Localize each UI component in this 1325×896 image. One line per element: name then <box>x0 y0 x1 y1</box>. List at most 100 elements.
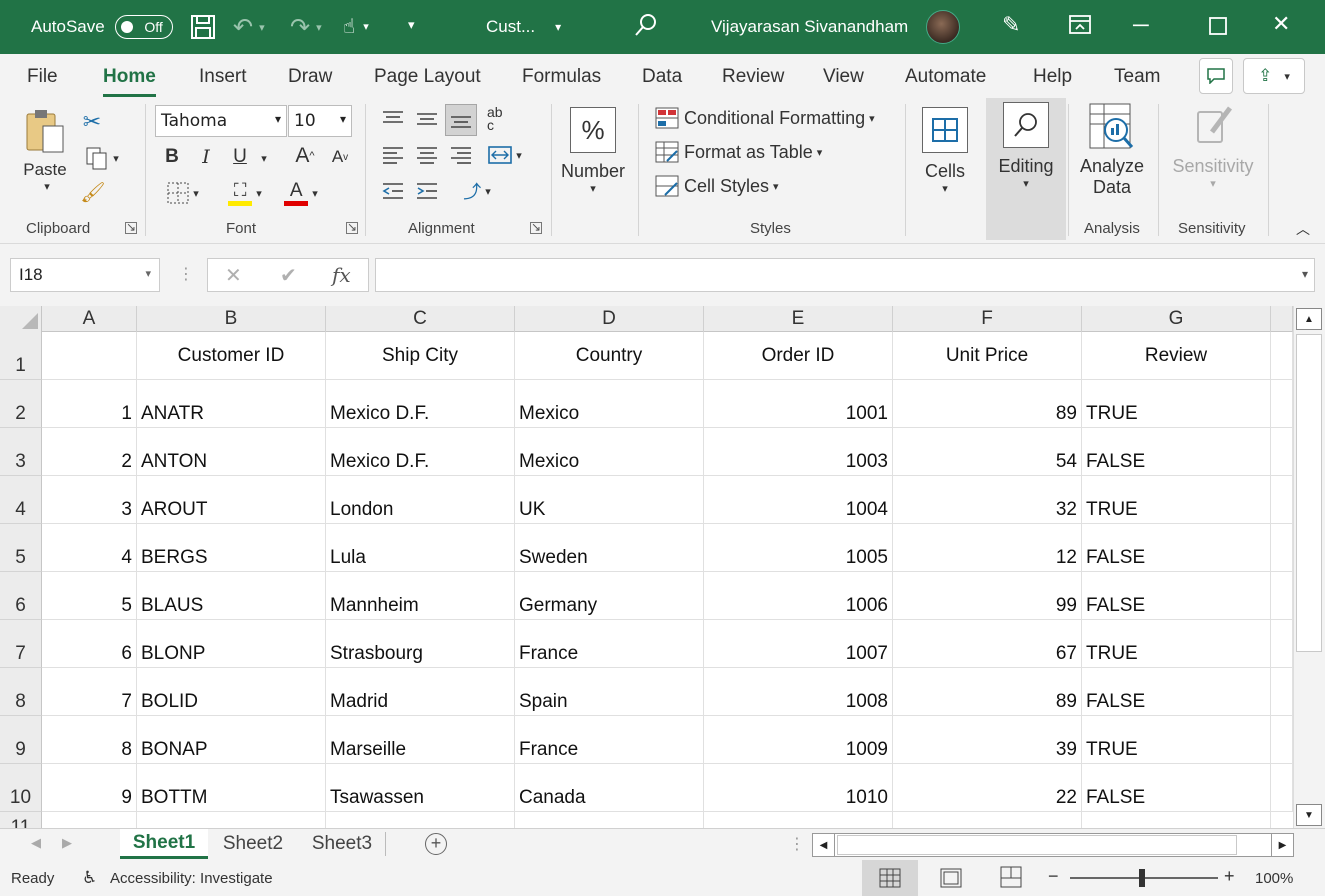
table-cell[interactable]: TRUE <box>1082 380 1271 428</box>
designer-icon[interactable]: ✎ <box>1002 12 1020 38</box>
table-cell[interactable]: France <box>515 716 704 764</box>
undo-icon[interactable]: ↶ ▾ <box>233 13 265 42</box>
table-cell[interactable] <box>1271 524 1293 572</box>
header-cell[interactable]: Country <box>515 332 704 380</box>
table-cell[interactable]: 39 <box>893 716 1082 764</box>
align-left-icon[interactable] <box>380 142 406 168</box>
tab-home[interactable]: Home <box>103 66 156 97</box>
row-header[interactable]: 7 <box>0 620 42 668</box>
row-header[interactable]: 4 <box>0 476 42 524</box>
font-name-select[interactable]: Tahoma ▾ <box>155 105 287 137</box>
copy-button[interactable]: ▾ <box>78 144 126 172</box>
save-icon[interactable] <box>190 14 216 40</box>
table-cell[interactable]: TRUE <box>1082 620 1271 668</box>
tab-view[interactable]: View <box>823 66 864 88</box>
header-cell[interactable]: Review <box>1082 332 1271 380</box>
row-header[interactable]: 3 <box>0 428 42 476</box>
wrap-text-button[interactable]: ab c <box>484 104 510 134</box>
name-box[interactable]: I18 ▾ <box>10 258 160 292</box>
table-cell[interactable]: Mexico D.F. <box>326 380 515 428</box>
table-cell[interactable]: ANATR <box>137 380 326 428</box>
table-cell[interactable] <box>1271 428 1293 476</box>
table-cell[interactable]: TRUE <box>1082 716 1271 764</box>
table-cell[interactable]: UK <box>515 476 704 524</box>
redo-icon[interactable]: ↷ ▾ <box>290 13 322 42</box>
table-cell[interactable]: Canada <box>515 764 704 812</box>
table-cell[interactable]: FALSE <box>1082 524 1271 572</box>
table-cell[interactable]: Sweden <box>515 524 704 572</box>
vertical-scroll-thumb[interactable] <box>1296 334 1322 652</box>
tab-review[interactable]: Review <box>722 66 784 88</box>
column-header-d[interactable]: D <box>515 306 704 332</box>
merge-center-button[interactable]: ▾ <box>482 142 528 168</box>
table-cell[interactable]: 22 <box>893 764 1082 812</box>
zoom-out-button[interactable]: − <box>1048 866 1059 887</box>
font-color-button[interactable]: A ▾ <box>276 178 326 208</box>
table-cell[interactable] <box>1271 332 1293 380</box>
align-bottom-icon[interactable] <box>445 104 477 136</box>
table-cell[interactable]: 32 <box>893 476 1082 524</box>
table-cell[interactable]: 5 <box>42 572 137 620</box>
cancel-icon[interactable]: ✕ <box>225 263 242 288</box>
filename-menu[interactable]: Cust... ▾ <box>486 17 561 37</box>
tab-formulas[interactable]: Formulas <box>522 66 601 88</box>
cell-styles-button[interactable]: Cell Styles ▾ <box>655 172 779 200</box>
analyze-data-button[interactable]: Analyze Data <box>1076 102 1148 208</box>
table-cell[interactable] <box>1271 668 1293 716</box>
table-cell[interactable]: Lula <box>326 524 515 572</box>
table-cell[interactable] <box>1271 476 1293 524</box>
header-cell[interactable] <box>42 332 137 380</box>
ribbon-display-icon[interactable] <box>1068 14 1092 36</box>
font-size-select[interactable]: 10 ▾ <box>288 105 352 137</box>
table-cell[interactable]: 1010 <box>704 764 893 812</box>
column-header-f[interactable]: F <box>893 306 1082 332</box>
table-cell[interactable]: Mexico D.F. <box>326 428 515 476</box>
column-header-b[interactable]: B <box>137 306 326 332</box>
column-header-e[interactable]: E <box>704 306 893 332</box>
page-layout-view-icon[interactable] <box>940 868 962 892</box>
vertical-scrollbar[interactable]: ▲ ▼ <box>1293 306 1325 828</box>
increase-indent-icon[interactable] <box>414 178 440 204</box>
table-cell[interactable]: 1006 <box>704 572 893 620</box>
table-cell[interactable]: 2 <box>42 428 137 476</box>
user-name[interactable]: Vijayarasan Sivanandham <box>711 17 908 37</box>
table-cell[interactable]: Spain <box>515 668 704 716</box>
table-cell[interactable]: Mannheim <box>326 572 515 620</box>
table-cell[interactable] <box>137 812 326 828</box>
table-cell[interactable]: BERGS <box>137 524 326 572</box>
table-cell[interactable]: 6 <box>42 620 137 668</box>
add-sheet-icon[interactable]: + <box>425 833 447 855</box>
orientation-button[interactable]: ⤴ ▾ <box>454 178 500 204</box>
grow-font-button[interactable]: A ^ <box>290 142 320 170</box>
maximize-button[interactable] <box>1209 17 1227 35</box>
tab-insert[interactable]: Insert <box>199 66 247 88</box>
table-cell[interactable]: Madrid <box>326 668 515 716</box>
format-as-table-button[interactable]: Format as Table ▾ <box>655 138 822 166</box>
table-cell[interactable]: 3 <box>42 476 137 524</box>
customize-qat-icon[interactable]: ▾ <box>408 17 415 33</box>
table-cell[interactable]: FALSE <box>1082 428 1271 476</box>
table-cell[interactable]: Mexico <box>515 428 704 476</box>
row-header[interactable]: 1 <box>0 332 42 380</box>
table-cell[interactable]: 8 <box>42 716 137 764</box>
column-header-g[interactable]: G <box>1082 306 1271 332</box>
table-cell[interactable]: ANTON <box>137 428 326 476</box>
sheet-tab-sheet2[interactable]: Sheet2 <box>214 829 292 859</box>
table-cell[interactable]: BONAP <box>137 716 326 764</box>
autosave-toggle[interactable]: Off <box>114 15 173 39</box>
format-painter-icon[interactable]: 🖌 <box>80 178 106 206</box>
scroll-left-icon[interactable]: ◀ <box>813 834 835 856</box>
table-cell[interactable]: London <box>326 476 515 524</box>
horizontal-scrollbar[interactable]: ◀ ▶ <box>812 833 1294 857</box>
column-header-partial[interactable] <box>1271 306 1293 332</box>
formula-input[interactable]: ▾ <box>375 258 1315 292</box>
accessibility-status[interactable]: Accessibility: Investigate <box>110 870 273 887</box>
table-cell[interactable]: Marseille <box>326 716 515 764</box>
header-cell[interactable]: Order ID <box>704 332 893 380</box>
table-cell[interactable]: FALSE <box>1082 668 1271 716</box>
chevron-down-icon[interactable]: ▾ <box>256 146 272 170</box>
table-cell[interactable]: BOTTM <box>137 764 326 812</box>
paste-button[interactable]: Paste ▾ <box>20 106 70 194</box>
tab-draw[interactable]: Draw <box>288 66 332 88</box>
sheet-tab-sheet3[interactable]: Sheet3 <box>302 829 382 859</box>
